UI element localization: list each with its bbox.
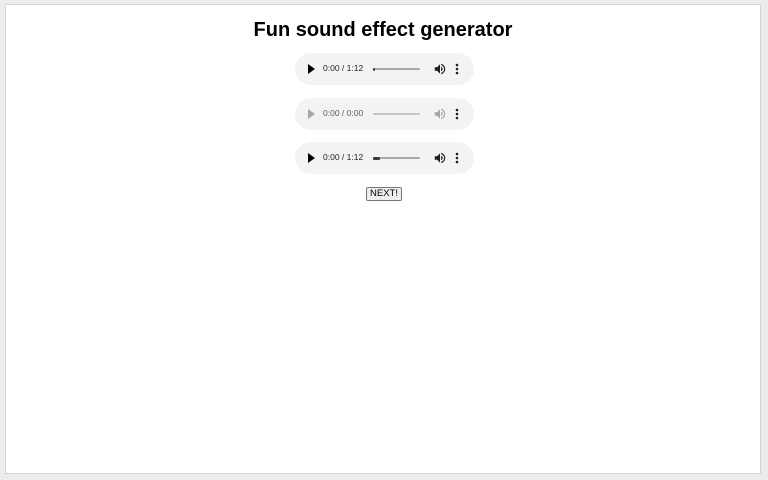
time-display: 0:00 / 1:12: [323, 63, 364, 73]
audio-player-3[interactable]: 0:00 / 1:12: [295, 142, 474, 174]
play-icon[interactable]: [308, 153, 315, 163]
more-options-icon[interactable]: [453, 107, 461, 121]
time-display: 0:00 / 1:12: [323, 152, 364, 162]
audio-player-2[interactable]: 0:00 / 0:00: [295, 98, 474, 130]
more-options-icon[interactable]: [453, 62, 461, 76]
more-options-icon[interactable]: [453, 151, 461, 165]
audio-player-1[interactable]: 0:00 / 1:12: [295, 53, 474, 85]
volume-icon[interactable]: [433, 151, 447, 165]
volume-icon[interactable]: [433, 107, 447, 121]
volume-icon[interactable]: [433, 62, 447, 76]
page-frame: Fun sound effect generator 0:00 / 1:12 0…: [5, 4, 761, 474]
play-icon[interactable]: [308, 109, 315, 119]
seek-bar[interactable]: [373, 113, 420, 115]
next-button[interactable]: NEXT!: [366, 187, 402, 201]
page-title: Fun sound effect generator: [253, 19, 513, 41]
seek-bar[interactable]: [373, 67, 420, 71]
seek-bar[interactable]: [373, 156, 420, 160]
play-icon[interactable]: [308, 64, 315, 74]
seek-progress: [373, 156, 381, 160]
time-display: 0:00 / 0:00: [323, 108, 364, 118]
seek-progress: [373, 67, 375, 71]
